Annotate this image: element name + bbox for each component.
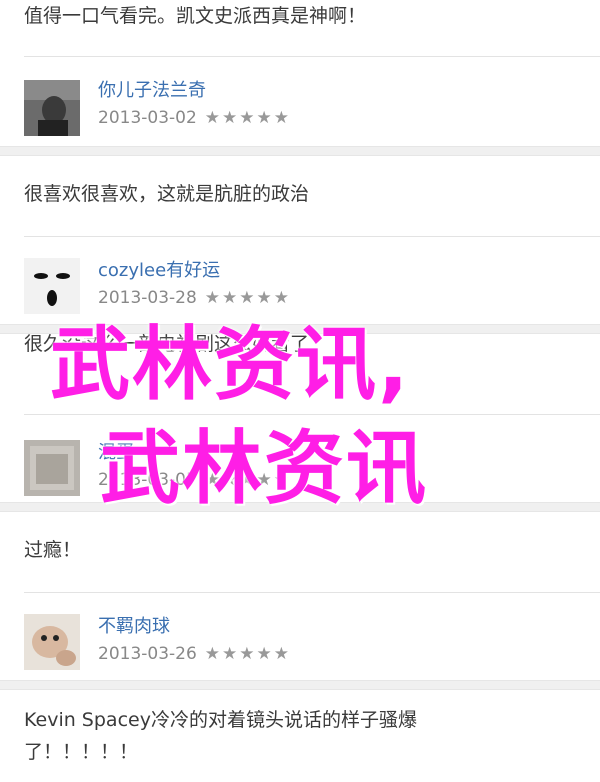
watermark-line-1: 武林资讯, (50, 318, 411, 411)
username[interactable]: 不羁肉球 (98, 612, 170, 638)
section-divider (0, 680, 600, 690)
comment-text: Kevin Spacey冷冷的对着镜头说话的样子骚爆了！！！！！ (24, 709, 417, 763)
comment-text: 过瘾！ (24, 539, 82, 561)
avatar-image (24, 614, 80, 670)
avatar[interactable] (24, 80, 80, 136)
comment-text: 值得一口气看完。凯文史派西真是神啊！ (24, 5, 367, 27)
comment-text: 很喜欢很喜欢，这就是肮脏的政治 (24, 183, 310, 205)
divider (24, 236, 600, 237)
section-divider (0, 146, 600, 156)
avatar[interactable] (24, 614, 80, 670)
comment-date: 2013-03-26 (98, 644, 197, 664)
divider (24, 56, 600, 57)
comment-meta: 2013-03-26 ★★★★★ (98, 644, 291, 664)
avatar[interactable] (24, 440, 80, 496)
rating-stars: ★★★★★ (204, 108, 291, 128)
watermark-line-2: 武林资讯 (100, 422, 428, 515)
comment-meta: 2013-03-02 ★★★★★ (98, 108, 291, 128)
comment-date: 2013-03-02 (98, 108, 197, 128)
divider (24, 592, 600, 593)
username[interactable]: 你儿子法兰奇 (98, 76, 206, 102)
avatar-image (24, 80, 80, 136)
avatar-image (24, 440, 80, 496)
rating-stars: ★★★★★ (204, 644, 291, 664)
username[interactable]: cozylee有好运 (98, 256, 220, 282)
